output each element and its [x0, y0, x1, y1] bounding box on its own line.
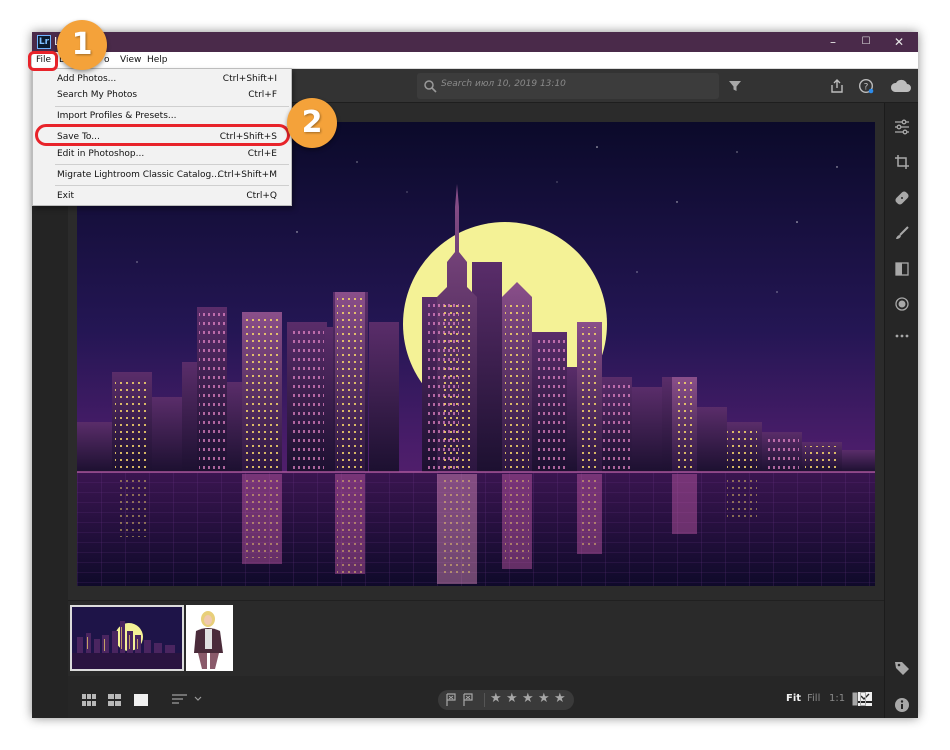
menu-photo[interactable]: o [104, 55, 110, 65]
star-3-icon[interactable]: ★ [522, 692, 534, 706]
filmstrip [68, 600, 884, 676]
highlight-file-menu [28, 51, 58, 71]
zoom-fill-button[interactable]: Fill [807, 693, 820, 704]
square-grid-icon[interactable] [82, 694, 96, 706]
title-bar: Lr L – ☐ ✕ [32, 32, 918, 52]
radial-gradient-icon[interactable] [894, 296, 910, 312]
menu-help[interactable]: Help [147, 55, 168, 65]
menu-separator [55, 164, 289, 165]
menu-item-shortcut: Ctrl+Shift+I [222, 74, 277, 84]
cloud-icon[interactable] [890, 77, 912, 95]
search-input[interactable]: Search июл 10, 2019 13:10 [441, 79, 566, 89]
search-icon [424, 80, 437, 93]
help-icon[interactable]: ? [858, 78, 874, 94]
menu-item-add-photos[interactable]: Add Photos... Ctrl+Shift+I [33, 71, 291, 87]
star-4-icon[interactable]: ★ [538, 692, 550, 706]
minimize-button[interactable]: – [818, 32, 848, 52]
more-icon[interactable] [894, 328, 910, 344]
menu-item-exit[interactable]: Exit Ctrl+Q [33, 188, 291, 204]
sliders-icon[interactable] [894, 119, 910, 135]
portrait-thumbnail-image [186, 605, 233, 671]
menu-item-label: Search My Photos [57, 90, 138, 100]
maximize-button[interactable]: ☐ [851, 32, 881, 52]
menu-item-shortcut: Ctrl+Shift+M [217, 170, 277, 180]
city-thumbnail-image [72, 607, 182, 669]
menu-item-search-my-photos[interactable]: Search My Photos Ctrl+F [33, 87, 291, 103]
menu-separator [55, 185, 289, 186]
step-2-badge: 2 [287, 98, 337, 148]
star-1-icon[interactable]: ★ [490, 692, 502, 706]
edit-tools-panel [884, 103, 918, 718]
zoom-fit-button[interactable]: Fit [786, 693, 801, 704]
menu-item-import-profiles[interactable]: Import Profiles & Presets... [33, 108, 291, 124]
menu-separator [55, 106, 289, 107]
thumbnail-city[interactable] [70, 605, 184, 671]
menu-item-shortcut: Ctrl+Q [246, 191, 277, 201]
close-button[interactable]: ✕ [884, 32, 914, 52]
search-field[interactable]: Search июл 10, 2019 13:10 [417, 73, 719, 99]
tag-icon[interactable] [894, 660, 910, 676]
menu-item-shortcut: Ctrl+E [247, 149, 277, 159]
zoom-1-1-button[interactable]: 1:1 [829, 693, 845, 704]
menu-bar: File E o View Help [32, 52, 918, 69]
menu-item-label: Import Profiles & Presets... [57, 111, 177, 121]
flag-icons[interactable] [444, 693, 480, 707]
menu-item-label: Add Photos... [57, 74, 117, 84]
menu-item-shortcut: Ctrl+F [248, 90, 277, 100]
chevron-down-icon[interactable] [194, 696, 202, 702]
filter-icon[interactable] [727, 78, 743, 94]
linear-gradient-icon[interactable] [894, 261, 910, 277]
step-1-badge: 1 [57, 20, 107, 70]
share-icon[interactable] [829, 78, 845, 94]
thumbnail-portrait[interactable] [186, 605, 233, 671]
menu-item-edit-in-photoshop[interactable]: Edit in Photoshop... Ctrl+E [33, 146, 291, 162]
info-icon[interactable] [894, 697, 910, 713]
menu-view[interactable]: View [120, 55, 141, 65]
star-5-icon[interactable]: ★ [554, 692, 566, 706]
crop-icon[interactable] [894, 154, 910, 170]
photo-grid-icon[interactable] [108, 694, 121, 706]
lightroom-app-icon: Lr [37, 35, 51, 49]
svg-text:?: ? [864, 83, 869, 93]
menu-item-label: Migrate Lightroom Classic Catalog... [57, 170, 220, 180]
bottom-bar: ★ ★ ★ ★ ★ Fit Fill 1:1 [68, 676, 884, 718]
menu-item-migrate-catalog[interactable]: Migrate Lightroom Classic Catalog... Ctr… [33, 167, 291, 183]
rating-flag-group: ★ ★ ★ ★ ★ [438, 690, 574, 710]
star-2-icon[interactable]: ★ [506, 692, 518, 706]
detail-view-icon[interactable] [134, 694, 148, 706]
brush-icon[interactable] [894, 225, 910, 241]
sort-icon[interactable] [172, 693, 188, 705]
menu-item-label: Edit in Photoshop... [57, 149, 145, 159]
before-after-icon[interactable] [852, 692, 866, 706]
healing-icon[interactable] [894, 190, 910, 206]
highlight-save-to [35, 124, 290, 146]
menu-item-label: Exit [57, 191, 75, 201]
